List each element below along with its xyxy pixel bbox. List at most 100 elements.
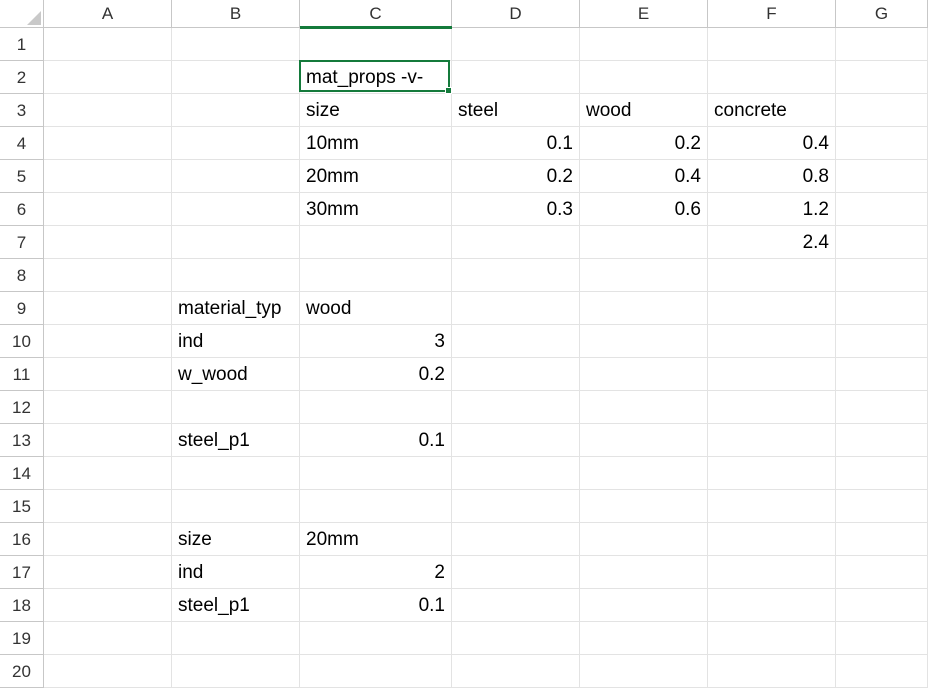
cell-B3[interactable]	[172, 94, 300, 127]
cell-D17[interactable]	[452, 556, 580, 589]
cell-F19[interactable]	[708, 622, 836, 655]
cell-G2[interactable]	[836, 61, 928, 94]
cell-F7[interactable]: 2.4	[708, 226, 836, 259]
cell-A20[interactable]	[44, 655, 172, 688]
cell-C12[interactable]	[300, 391, 452, 424]
cell-D13[interactable]	[452, 424, 580, 457]
cell-F20[interactable]	[708, 655, 836, 688]
row-header-17[interactable]: 17	[0, 556, 44, 589]
cell-A17[interactable]	[44, 556, 172, 589]
cell-A14[interactable]	[44, 457, 172, 490]
cell-C2[interactable]: mat_props -v-	[300, 61, 452, 94]
cell-E18[interactable]	[580, 589, 708, 622]
cell-F6[interactable]: 1.2	[708, 193, 836, 226]
cell-E2[interactable]	[580, 61, 708, 94]
column-header-C[interactable]: C	[300, 0, 452, 28]
cell-E15[interactable]	[580, 490, 708, 523]
cell-E17[interactable]	[580, 556, 708, 589]
cell-B20[interactable]	[172, 655, 300, 688]
cell-E1[interactable]	[580, 28, 708, 61]
cell-A8[interactable]	[44, 259, 172, 292]
cell-F8[interactable]	[708, 259, 836, 292]
cell-E12[interactable]	[580, 391, 708, 424]
cell-B17[interactable]: ind	[172, 556, 300, 589]
cell-B6[interactable]	[172, 193, 300, 226]
cell-A2[interactable]	[44, 61, 172, 94]
cell-E14[interactable]	[580, 457, 708, 490]
cell-D15[interactable]	[452, 490, 580, 523]
cell-E3[interactable]: wood	[580, 94, 708, 127]
cell-C13[interactable]: 0.1	[300, 424, 452, 457]
cell-B15[interactable]	[172, 490, 300, 523]
cell-C6[interactable]: 30mm	[300, 193, 452, 226]
row-header-6[interactable]: 6	[0, 193, 44, 226]
column-header-G[interactable]: G	[836, 0, 928, 28]
cell-C18[interactable]: 0.1	[300, 589, 452, 622]
cell-G3[interactable]	[836, 94, 928, 127]
cell-B5[interactable]	[172, 160, 300, 193]
cell-B7[interactable]	[172, 226, 300, 259]
cell-B14[interactable]	[172, 457, 300, 490]
cell-E6[interactable]: 0.6	[580, 193, 708, 226]
cell-A15[interactable]	[44, 490, 172, 523]
cell-G11[interactable]	[836, 358, 928, 391]
cell-E4[interactable]: 0.2	[580, 127, 708, 160]
select-all-corner[interactable]	[0, 0, 44, 28]
cell-E13[interactable]	[580, 424, 708, 457]
cell-G17[interactable]	[836, 556, 928, 589]
cell-G14[interactable]	[836, 457, 928, 490]
row-header-2[interactable]: 2	[0, 61, 44, 94]
row-header-14[interactable]: 14	[0, 457, 44, 490]
cell-A6[interactable]	[44, 193, 172, 226]
cell-E9[interactable]	[580, 292, 708, 325]
column-header-B[interactable]: B	[172, 0, 300, 28]
row-header-12[interactable]: 12	[0, 391, 44, 424]
cell-G12[interactable]	[836, 391, 928, 424]
cell-E19[interactable]	[580, 622, 708, 655]
cell-G20[interactable]	[836, 655, 928, 688]
cell-F9[interactable]	[708, 292, 836, 325]
cell-G19[interactable]	[836, 622, 928, 655]
cell-F14[interactable]	[708, 457, 836, 490]
cell-C16[interactable]: 20mm	[300, 523, 452, 556]
cell-D5[interactable]: 0.2	[452, 160, 580, 193]
cell-C8[interactable]	[300, 259, 452, 292]
cell-D8[interactable]	[452, 259, 580, 292]
row-header-11[interactable]: 11	[0, 358, 44, 391]
cell-D10[interactable]	[452, 325, 580, 358]
cell-G7[interactable]	[836, 226, 928, 259]
cell-B11[interactable]: w_wood	[172, 358, 300, 391]
cell-B13[interactable]: steel_p1	[172, 424, 300, 457]
cell-A10[interactable]	[44, 325, 172, 358]
cell-G9[interactable]	[836, 292, 928, 325]
cell-C19[interactable]	[300, 622, 452, 655]
cell-A7[interactable]	[44, 226, 172, 259]
cell-D20[interactable]	[452, 655, 580, 688]
cell-C15[interactable]	[300, 490, 452, 523]
cell-G16[interactable]	[836, 523, 928, 556]
column-headers[interactable]: ABCDEFG	[44, 0, 928, 28]
cell-D6[interactable]: 0.3	[452, 193, 580, 226]
cell-B16[interactable]: size	[172, 523, 300, 556]
cell-C5[interactable]: 20mm	[300, 160, 452, 193]
cell-D3[interactable]: steel	[452, 94, 580, 127]
cell-D4[interactable]: 0.1	[452, 127, 580, 160]
cell-D14[interactable]	[452, 457, 580, 490]
cell-D1[interactable]	[452, 28, 580, 61]
row-header-7[interactable]: 7	[0, 226, 44, 259]
row-header-8[interactable]: 8	[0, 259, 44, 292]
cell-E10[interactable]	[580, 325, 708, 358]
row-header-18[interactable]: 18	[0, 589, 44, 622]
cell-B12[interactable]	[172, 391, 300, 424]
cell-E11[interactable]	[580, 358, 708, 391]
cell-C4[interactable]: 10mm	[300, 127, 452, 160]
row-header-19[interactable]: 19	[0, 622, 44, 655]
cell-C7[interactable]	[300, 226, 452, 259]
cell-G5[interactable]	[836, 160, 928, 193]
cell-D9[interactable]	[452, 292, 580, 325]
row-header-16[interactable]: 16	[0, 523, 44, 556]
cell-G15[interactable]	[836, 490, 928, 523]
cell-B19[interactable]	[172, 622, 300, 655]
cell-G8[interactable]	[836, 259, 928, 292]
row-header-20[interactable]: 20	[0, 655, 44, 688]
